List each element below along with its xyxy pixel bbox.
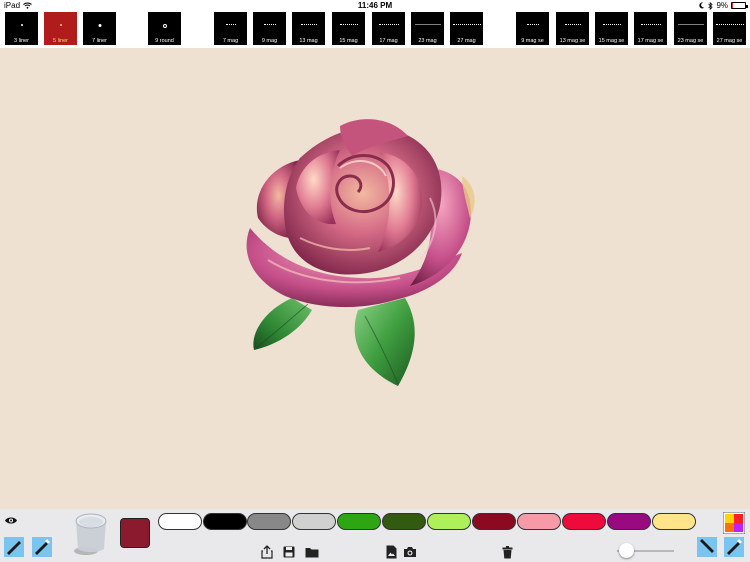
folder-icon[interactable] bbox=[305, 547, 319, 558]
palette-color-dark-green[interactable] bbox=[382, 513, 426, 530]
brush-label: 9 round bbox=[155, 38, 174, 44]
brush-tool-icon-right[interactable] bbox=[697, 537, 717, 557]
brush-label: 23 mag bbox=[418, 38, 437, 44]
brush-preview bbox=[300, 24, 317, 26]
palette-color-purple[interactable] bbox=[607, 513, 651, 530]
brush-preview bbox=[452, 24, 481, 26]
palette-color-gray[interactable] bbox=[247, 513, 291, 530]
brush-9-mag-se[interactable]: 9 mag se bbox=[516, 12, 549, 45]
status-right: 9% bbox=[699, 1, 748, 10]
brush-preview bbox=[162, 24, 167, 28]
brush-preview bbox=[263, 24, 276, 26]
brush-toolbar: 3 liner 5 liner 7 liner 9 round 7 mag 9 … bbox=[0, 12, 750, 48]
brush-13-mag[interactable]: 13 mag bbox=[292, 12, 325, 45]
brush-13-mag-se[interactable]: 13 mag se bbox=[556, 12, 589, 45]
brush-label: 7 mag bbox=[222, 38, 239, 44]
bottom-toolbar bbox=[0, 509, 750, 562]
eraser-tool-icon-right[interactable] bbox=[724, 537, 744, 557]
brush-label: 23 mag se bbox=[677, 38, 704, 44]
eye-icon[interactable] bbox=[4, 516, 18, 525]
brush-preview bbox=[564, 24, 581, 26]
brush-label: 15 mag bbox=[339, 38, 358, 44]
brush-23-mag-se[interactable]: 23 mag se bbox=[674, 12, 707, 45]
brush-9-mag[interactable]: 9 mag bbox=[253, 12, 286, 45]
battery-level bbox=[732, 3, 734, 8]
palette-color-black[interactable] bbox=[203, 513, 247, 530]
brush-15-mag[interactable]: 15 mag bbox=[332, 12, 365, 45]
moon-icon bbox=[699, 2, 705, 9]
battery-percent: 9% bbox=[716, 1, 728, 10]
status-bar: iPad 11:46 PM 9% bbox=[0, 0, 750, 12]
brush-preview bbox=[678, 24, 703, 26]
brush-7-liner[interactable]: 7 liner bbox=[83, 12, 116, 45]
brush-label: 3 liner bbox=[14, 38, 29, 44]
brush-27-mag[interactable]: 27 mag bbox=[450, 12, 483, 45]
brush-label: 13 mag bbox=[299, 38, 318, 44]
water-cup-icon[interactable] bbox=[70, 511, 112, 559]
clock: 11:46 PM bbox=[357, 1, 393, 10]
brush-tool-icon[interactable] bbox=[4, 537, 24, 557]
brush-preview bbox=[20, 24, 23, 26]
palette-color-light-gray[interactable] bbox=[292, 513, 336, 530]
brush-label: 15 mag se bbox=[598, 38, 625, 44]
palette-color-maroon[interactable] bbox=[472, 513, 516, 530]
brush-label: 9 mag bbox=[261, 38, 278, 44]
color-picker-icon[interactable] bbox=[723, 512, 745, 534]
brush-preview bbox=[339, 24, 358, 26]
brush-23-mag[interactable]: 23 mag bbox=[411, 12, 444, 45]
palette-color-red[interactable] bbox=[562, 513, 606, 530]
brush-label: 27 mag bbox=[457, 38, 476, 44]
brush-5-liner[interactable]: 5 liner bbox=[44, 12, 77, 45]
image-file-icon[interactable] bbox=[386, 545, 397, 559]
palette-color-white[interactable] bbox=[158, 513, 202, 530]
brush-preview bbox=[98, 24, 101, 27]
brush-label: 9 mag se bbox=[521, 38, 544, 44]
current-color-swatch[interactable] bbox=[120, 518, 150, 548]
leaf-right bbox=[354, 298, 415, 386]
brush-17-mag[interactable]: 17 mag bbox=[372, 12, 405, 45]
share-icon[interactable] bbox=[261, 545, 273, 559]
palette-color-green[interactable] bbox=[337, 513, 381, 530]
brush-3-liner[interactable]: 3 liner bbox=[5, 12, 38, 45]
camera-icon[interactable] bbox=[403, 546, 417, 558]
brush-preview bbox=[378, 24, 399, 26]
brush-15-mag-se[interactable]: 15 mag se bbox=[595, 12, 628, 45]
brush-label: 17 mag se bbox=[637, 38, 664, 44]
drawing-canvas[interactable] bbox=[0, 48, 750, 509]
battery-icon bbox=[731, 2, 748, 9]
brush-preview bbox=[59, 24, 62, 26]
brush-size-slider-thumb[interactable] bbox=[619, 543, 635, 558]
brush-27-mag-se[interactable]: 27 mag se bbox=[713, 12, 746, 45]
rose-drawing bbox=[246, 119, 475, 386]
brush-preview bbox=[526, 24, 539, 26]
trash-icon[interactable] bbox=[502, 546, 513, 559]
save-icon[interactable] bbox=[283, 546, 295, 558]
eraser-tool-icon[interactable] bbox=[32, 537, 52, 557]
brush-preview bbox=[415, 24, 440, 26]
brush-label: 27 mag se bbox=[716, 38, 743, 44]
brush-7-mag[interactable]: 7 mag bbox=[214, 12, 247, 45]
brush-preview bbox=[715, 24, 744, 26]
leaf-left bbox=[253, 298, 312, 350]
palette-color-lime[interactable] bbox=[427, 513, 471, 530]
brush-9-round[interactable]: 9 round bbox=[148, 12, 181, 45]
brush-label: 13 mag se bbox=[559, 38, 586, 44]
brush-preview bbox=[602, 24, 621, 26]
brush-label: 5 liner bbox=[53, 38, 68, 44]
palette-color-pink[interactable] bbox=[517, 513, 561, 530]
brush-label: 7 liner bbox=[92, 38, 107, 44]
bluetooth-icon bbox=[708, 1, 714, 10]
brush-preview bbox=[640, 24, 661, 26]
brush-17-mag-se[interactable]: 17 mag se bbox=[634, 12, 667, 45]
palette-color-yellow[interactable] bbox=[652, 513, 696, 530]
brush-label: 17 mag bbox=[379, 38, 398, 44]
brush-preview bbox=[225, 24, 236, 26]
